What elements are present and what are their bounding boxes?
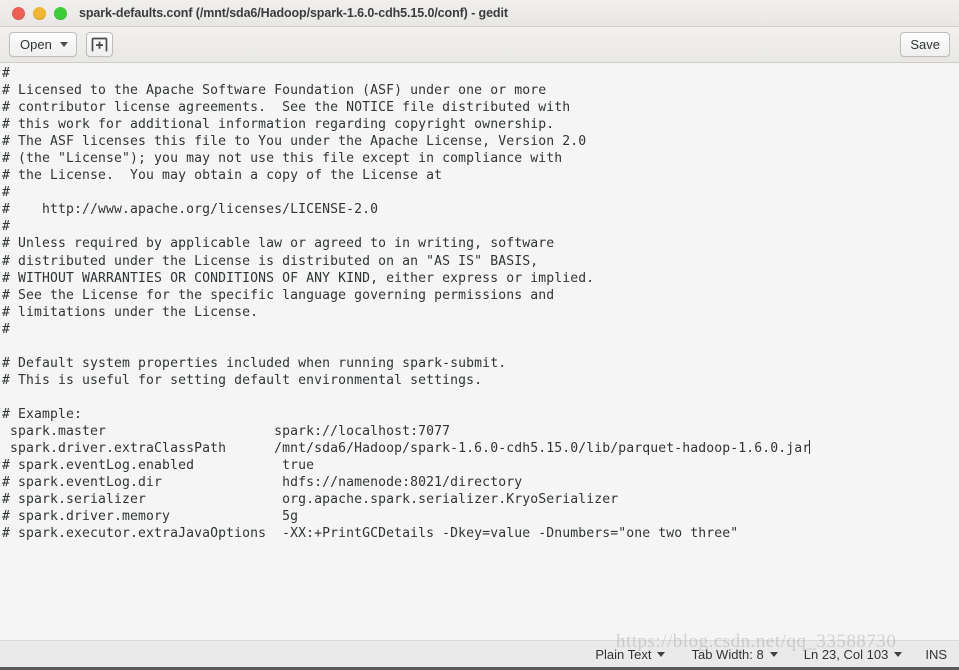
window-title: spark-defaults.conf (/mnt/sda6/Hadoop/sp… <box>79 6 508 20</box>
document-line: # <box>2 185 11 201</box>
language-selector[interactable]: Plain Text <box>582 647 678 662</box>
document-line: # (the "License"); you may not use this … <box>2 151 563 167</box>
document-line: # the License. You may obtain a copy of … <box>2 168 443 184</box>
toolbar-left-group: Open <box>9 32 113 57</box>
document-line <box>2 389 959 406</box>
document-line: # Licensed to the Apache Software Founda… <box>2 83 547 99</box>
save-button[interactable]: Save <box>900 32 950 57</box>
minimize-button[interactable] <box>33 6 46 20</box>
toolbar: Open Save <box>0 27 959 63</box>
statusbar: Plain Text Tab Width: 8 Ln 23, Col 103 I… <box>0 640 959 670</box>
document-line: # See the License for the specific langu… <box>2 287 555 303</box>
document-line: # spark.executor.extraJavaOptions -XX:+P… <box>2 526 739 542</box>
tab-width-label: Tab Width: 8 <box>691 646 764 662</box>
chevron-down-icon <box>59 42 68 47</box>
new-document-button[interactable] <box>85 32 113 57</box>
gedit-window: spark-defaults.conf (/mnt/sda6/Hadoop/sp… <box>0 0 959 670</box>
open-button[interactable]: Open <box>9 32 77 57</box>
document-line: # Example: <box>2 406 83 422</box>
document-line: spark.master spark://localhost:7077 <box>2 423 451 439</box>
document-line: # Unless required by applicable law or a… <box>2 236 555 252</box>
document-line <box>2 338 959 355</box>
cursor-position-label: Ln 23, Col 103 <box>803 646 889 662</box>
maximize-button[interactable] <box>54 6 67 20</box>
document-line: # This is useful for setting default env… <box>2 372 483 388</box>
document-line: # spark.eventLog.dir hdfs://namenode:802… <box>2 475 523 491</box>
chevron-down-icon <box>657 651 666 657</box>
text-editor-area[interactable]: # # Licensed to the Apache Software Found… <box>0 63 959 640</box>
document-line: # this work for additional information r… <box>2 117 555 133</box>
document-line: # <box>2 321 11 337</box>
document-line: # contributor license agreements. See th… <box>2 100 571 116</box>
document-line: # distributed under the License is distr… <box>2 253 539 269</box>
document-line: # spark.driver.memory 5g <box>2 509 299 525</box>
document-line: # limitations under the License. <box>2 304 259 320</box>
document-line: # spark.eventLog.enabled true <box>2 458 315 474</box>
document-line: # WITHOUT WARRANTIES OR CONDITIONS OF AN… <box>2 270 595 286</box>
document-line: # Default system properties included whe… <box>2 355 507 371</box>
document-line: # spark.serializer org.apache.spark.seri… <box>2 492 619 508</box>
document-line: # The ASF licenses this file to You unde… <box>2 134 587 150</box>
document-line: # <box>2 66 11 81</box>
document-line: # <box>2 219 11 235</box>
document-text[interactable]: # # Licensed to the Apache Software Found… <box>2 65 959 542</box>
document-line: # http://www.apache.org/licenses/LICENSE… <box>2 202 379 218</box>
new-document-icon <box>91 37 108 52</box>
chevron-down-icon <box>894 651 903 657</box>
language-label: Plain Text <box>595 646 652 662</box>
chevron-down-icon <box>769 651 778 657</box>
open-button-label: Open <box>20 37 52 52</box>
close-button[interactable] <box>12 6 25 20</box>
tab-width-selector[interactable]: Tab Width: 8 <box>678 647 790 662</box>
text-caret <box>809 440 811 455</box>
save-button-label: Save <box>910 37 940 52</box>
window-titlebar: spark-defaults.conf (/mnt/sda6/Hadoop/sp… <box>0 0 959 27</box>
document-line: spark.driver.extraClassPath /mnt/sda6/Ha… <box>2 440 811 457</box>
window-controls <box>12 6 67 20</box>
cursor-position-selector[interactable]: Ln 23, Col 103 <box>791 647 916 662</box>
insert-mode-indicator: INS <box>925 646 947 662</box>
